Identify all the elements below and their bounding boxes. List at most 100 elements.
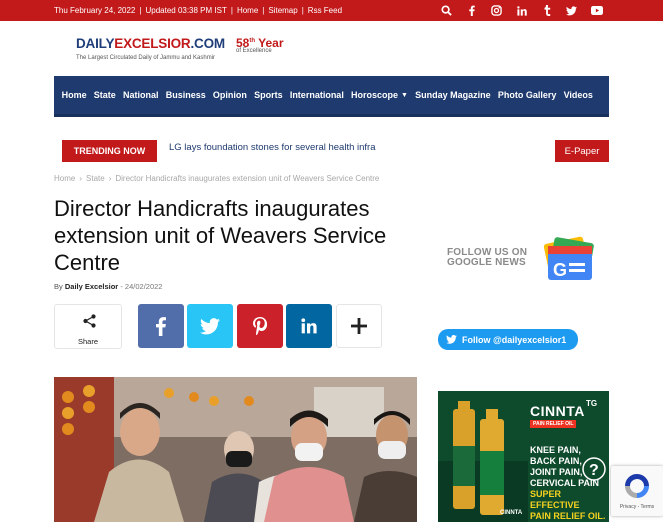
nav-label: National bbox=[123, 90, 159, 100]
top-link-home[interactable]: Home bbox=[237, 6, 258, 15]
nav-label: Horoscope bbox=[351, 90, 399, 100]
ad-brand: CINNTA bbox=[530, 403, 585, 419]
nav-item-business[interactable]: Business bbox=[162, 90, 209, 100]
pinterest-share-button[interactable] bbox=[237, 304, 283, 348]
facebook-icon[interactable] bbox=[459, 0, 484, 21]
instagram-icon[interactable] bbox=[484, 0, 509, 21]
ad-highlight: PAIN RELIEF OIL. bbox=[530, 511, 606, 521]
nav-item-opinion[interactable]: Opinion bbox=[209, 90, 250, 100]
top-bar-info: Thu February 24, 2022 | Updated 03:38 PM… bbox=[54, 0, 342, 21]
logo-daily: DAILY bbox=[76, 36, 115, 51]
nav-item-state[interactable]: State bbox=[90, 90, 119, 100]
anniversary-badge: 58th Year of Excellence bbox=[236, 36, 284, 54]
separator: | bbox=[139, 6, 142, 15]
nav-item-horoscope[interactable]: Horoscope ▼ bbox=[347, 90, 411, 100]
svg-text:CINNTA: CINNTA bbox=[500, 510, 523, 516]
nav-item-videos[interactable]: Videos bbox=[560, 90, 597, 100]
share-icon bbox=[83, 314, 96, 333]
nav-label: Videos bbox=[563, 90, 593, 100]
nav-item-sports[interactable]: Sports bbox=[251, 90, 287, 100]
logo-wordmark: DAILYEXCELSIOR.COM bbox=[76, 36, 225, 51]
google-news-icon: G bbox=[543, 236, 594, 280]
logo-excelsior: EXCELSIOR bbox=[114, 36, 191, 51]
current-date: Thu February 24, 2022 bbox=[54, 6, 136, 15]
more-share-button[interactable] bbox=[336, 304, 382, 348]
breadcrumb-separator: › bbox=[79, 174, 83, 183]
logo-com: .COM bbox=[190, 36, 225, 51]
updated-time: Updated 03:38 PM IST bbox=[145, 6, 227, 15]
facebook-icon bbox=[156, 317, 166, 336]
ad-copy: KNEE PAIN, BACK PAIN, JOINT PAIN, CERVIC… bbox=[530, 445, 609, 522]
search-icon[interactable] bbox=[434, 0, 459, 21]
nav-item-home[interactable]: Home bbox=[58, 90, 90, 100]
article-photo bbox=[54, 377, 417, 522]
linkedin-icon[interactable] bbox=[509, 0, 534, 21]
svg-text:G: G bbox=[553, 260, 567, 280]
meta-separator: - bbox=[120, 282, 123, 291]
breadcrumb-state[interactable]: State bbox=[86, 174, 105, 183]
google-news-text: FOLLOW US ON GOOGLE NEWS bbox=[447, 248, 527, 268]
nav-label: Sunday Magazine bbox=[415, 90, 491, 100]
epaper-button[interactable]: E-Paper bbox=[555, 140, 609, 162]
nav-item-sunday-magazine[interactable]: Sunday Magazine bbox=[412, 90, 495, 100]
top-link-rss[interactable]: Rss Feed bbox=[308, 6, 342, 15]
twitter-icon[interactable] bbox=[559, 0, 584, 21]
anniversary-suffix: th bbox=[249, 38, 256, 44]
nav-label: Opinion bbox=[212, 90, 247, 100]
nav-label: Sports bbox=[254, 90, 283, 100]
gnews-line2: GOOGLE NEWS bbox=[447, 257, 526, 268]
chevron-down-icon: ▼ bbox=[401, 91, 408, 99]
nav-item-photo-gallery[interactable]: Photo Gallery bbox=[494, 90, 560, 100]
linkedin-icon bbox=[301, 318, 317, 334]
article-author[interactable]: Daily Excelsior bbox=[65, 282, 118, 291]
twitter-share-button[interactable] bbox=[187, 304, 233, 348]
twitter-icon bbox=[200, 317, 220, 334]
top-link-sitemap[interactable]: Sitemap bbox=[268, 6, 297, 15]
tumblr-icon[interactable] bbox=[534, 0, 559, 21]
main-nav: Home State National Business Opinion Spo… bbox=[54, 76, 609, 117]
separator: | bbox=[230, 6, 233, 15]
article-meta: By Daily Excelsior - 24/02/2022 bbox=[54, 282, 162, 291]
youtube-icon[interactable] bbox=[584, 0, 609, 21]
google-news-follow[interactable]: FOLLOW US ON GOOGLE NEWS G bbox=[447, 236, 599, 286]
article-date: 24/02/2022 bbox=[124, 282, 163, 291]
ad-line: KNEE PAIN, bbox=[530, 445, 581, 455]
ad-subtitle: PAIN RELIEF OIL bbox=[530, 420, 577, 428]
breadcrumb-home[interactable]: Home bbox=[54, 174, 75, 183]
share-label: Share bbox=[77, 337, 98, 346]
nav-label: Business bbox=[165, 90, 206, 100]
linkedin-share-button[interactable] bbox=[286, 304, 332, 348]
top-bar-icons bbox=[434, 0, 609, 21]
breadcrumb-separator: › bbox=[108, 174, 112, 183]
nav-item-national[interactable]: National bbox=[119, 90, 162, 100]
article-title: Director Handicrafts inaugurates extensi… bbox=[54, 196, 387, 275]
nav-item-international[interactable]: International bbox=[286, 90, 347, 100]
nav-label: Home bbox=[61, 90, 87, 100]
ad-highlight: SUPER EFFECTIVE bbox=[530, 489, 580, 510]
recaptcha-badge[interactable]: Privacy - Terms bbox=[611, 466, 663, 516]
ad-line: BACK PAIN, bbox=[530, 456, 582, 466]
logo-tagline: The Largest Circulated Daily of Jammu an… bbox=[76, 55, 216, 61]
breadcrumb: Home › State › Director Handicrafts inau… bbox=[54, 174, 379, 183]
ad-line: CERVICAL PAIN bbox=[530, 478, 600, 488]
twitter-icon bbox=[446, 335, 457, 344]
trending-headline[interactable]: LG lays foundation stones for several he… bbox=[169, 142, 375, 153]
by-label: By bbox=[54, 282, 63, 291]
recaptcha-links[interactable]: Privacy - Terms bbox=[611, 504, 663, 510]
site-logo[interactable]: DAILYEXCELSIOR.COM The Largest Circulate… bbox=[76, 36, 286, 66]
separator: | bbox=[301, 6, 304, 15]
ad-line: JOINT PAIN, bbox=[530, 467, 583, 477]
trending-label: TRENDING NOW bbox=[62, 140, 157, 162]
share-toggle[interactable]: Share bbox=[54, 304, 122, 349]
pinterest-icon bbox=[253, 317, 267, 335]
ad-tg-logo: TG bbox=[586, 399, 598, 408]
nav-label: Photo Gallery bbox=[497, 90, 557, 100]
separator: | bbox=[262, 6, 265, 15]
facebook-share-button[interactable] bbox=[138, 304, 184, 348]
recaptcha-icon bbox=[625, 474, 649, 498]
top-bar: Thu February 24, 2022 | Updated 03:38 PM… bbox=[0, 0, 663, 21]
nav-label: International bbox=[289, 90, 344, 100]
twitter-follow-button[interactable]: Follow @dailyexcelsior1 bbox=[438, 329, 578, 350]
advertisement[interactable]: CINNTA ? TG CINNTA PAIN RELIEF OIL KNEE … bbox=[438, 391, 609, 522]
plus-icon bbox=[351, 318, 367, 334]
